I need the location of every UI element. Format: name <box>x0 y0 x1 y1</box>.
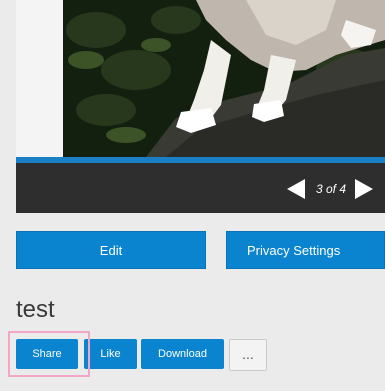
triangle-right-icon[interactable] <box>355 179 373 199</box>
photo-viewer: 3 of 4 <box>16 0 385 213</box>
more-options-button[interactable]: ... <box>229 339 267 371</box>
item-title: test <box>16 296 55 323</box>
triangle-left-icon[interactable] <box>287 179 305 199</box>
share-button[interactable]: Share <box>16 339 78 369</box>
photo-image <box>16 0 385 157</box>
download-button[interactable]: Download <box>141 339 224 369</box>
photo-counter: 3 of 4 <box>315 182 347 196</box>
privacy-settings-button[interactable]: Privacy Settings <box>226 231 385 269</box>
like-button[interactable]: Like <box>84 339 137 369</box>
edit-button[interactable]: Edit <box>16 231 206 269</box>
photo-navigation: 3 of 4 <box>16 163 385 213</box>
